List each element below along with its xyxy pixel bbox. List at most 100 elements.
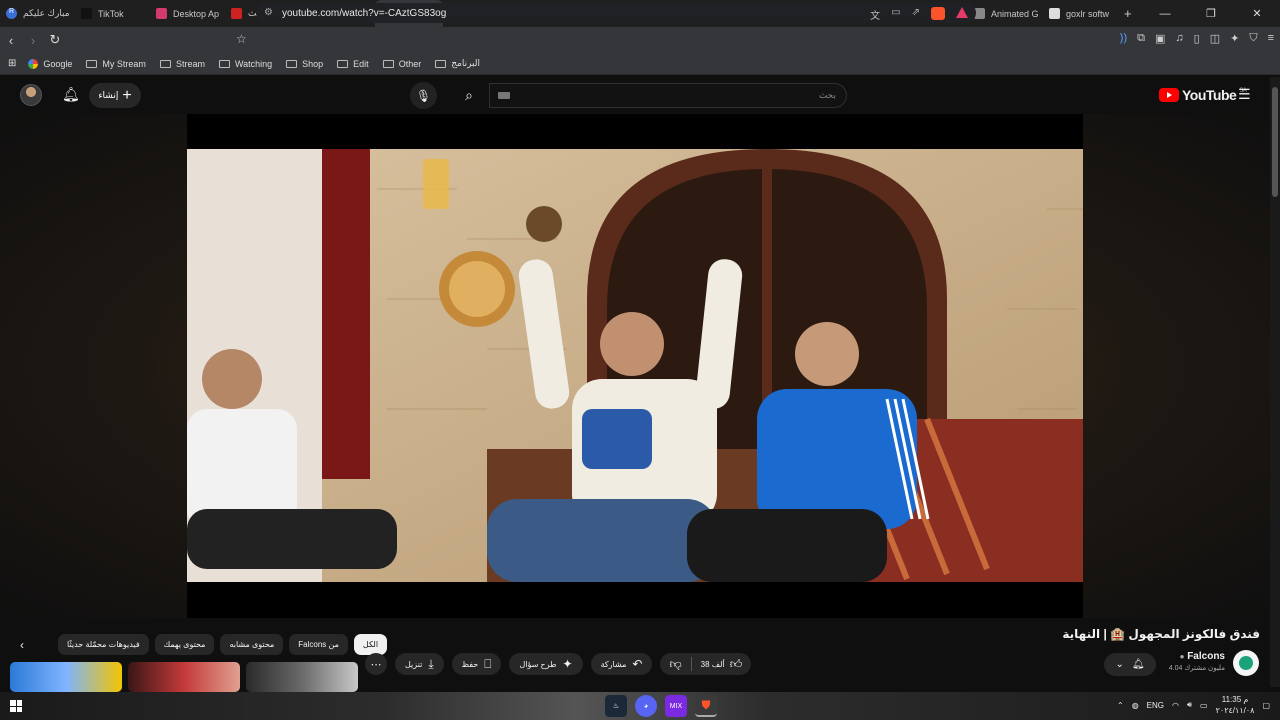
folder-icon — [159, 59, 171, 68]
sidebar-icon[interactable]: ▯ — [1194, 32, 1200, 45]
save-label: حفظ — [461, 659, 479, 669]
minimize-button[interactable]: — — [1142, 8, 1188, 20]
tab-label: Animated G — [991, 8, 1039, 19]
like-button[interactable]: 38 ألف 👍︎ — [692, 657, 752, 672]
wallet-icon[interactable]: ◫ — [1210, 32, 1220, 45]
create-button[interactable]: إنشاء + — [89, 83, 141, 108]
folder-icon — [218, 59, 230, 68]
share-page-icon[interactable]: ⇗ — [912, 7, 920, 22]
bookmark-item[interactable]: Stream — [159, 59, 205, 69]
save-button[interactable]: حفظ ⎕ — [451, 653, 502, 675]
tab-favicon-icon — [231, 8, 242, 19]
channel-info[interactable]: ● Falcons 4.04 مليون مشترك — [1165, 651, 1225, 672]
voice-search-button[interactable]: 🎙︎ — [410, 82, 437, 109]
share-button[interactable]: مشاركة ↶ — [590, 653, 653, 675]
close-window-button[interactable]: ✕ — [1234, 7, 1280, 20]
filter-chip[interactable]: فيديوهات محمّلة حديثًا — [58, 634, 149, 655]
browser-tab[interactable]: goxlr softw — [1043, 0, 1118, 27]
related-video-thumbnail[interactable] — [128, 662, 240, 692]
browser-tab[interactable]: TikTok — [75, 0, 150, 27]
mixitup-icon[interactable]: MIX — [665, 695, 687, 717]
leo-ai-icon[interactable]: ✦ — [1230, 32, 1239, 45]
brave-rewards-icon[interactable] — [956, 7, 968, 18]
clock-date: ٢٠٢٤/١١/٠٨ — [1215, 706, 1255, 715]
more-actions-button[interactable]: ⋯ — [365, 653, 387, 675]
channel-avatar[interactable] — [1233, 650, 1259, 676]
related-video-thumbnail[interactable] — [10, 662, 122, 692]
vpn-icon[interactable]: ⛉ — [1249, 32, 1257, 45]
page-scrollbar[interactable] — [1270, 77, 1280, 687]
notifications-icon[interactable]: 🔔︎ — [62, 86, 80, 103]
dislike-button[interactable]: 👎︎ — [660, 657, 690, 672]
bookmark-item[interactable]: Google — [28, 58, 72, 69]
url-bar[interactable]: ⚙ youtube.com/watch?v=-CAztGS83og 文 ▭ ⇗ — [256, 3, 976, 23]
filter-chip[interactable]: الكل — [353, 634, 388, 655]
tab-favicon-icon — [81, 8, 92, 19]
filter-chip[interactable]: محتوى يهمك — [154, 634, 215, 655]
browser-tab[interactable]: R مبارك عليكم — [0, 0, 75, 27]
brave-shield-icon[interactable] — [931, 7, 945, 20]
bookmark-item[interactable]: Edit — [337, 59, 369, 69]
microphone-icon: 🎙︎ — [415, 88, 432, 103]
video-player[interactable] — [187, 114, 1083, 618]
translate-icon[interactable]: 文 — [870, 7, 880, 22]
volume-icon[interactable]: 🔊︎ — [1187, 700, 1192, 710]
bookmark-item[interactable]: Shop — [286, 59, 323, 69]
notifications-center-icon[interactable]: ▢ — [1262, 701, 1270, 710]
back-button[interactable]: ‹ — [0, 33, 22, 48]
extensions-icon[interactable]: ⧉ — [1137, 32, 1145, 45]
brave-browser-icon[interactable]: ⛊ — [695, 695, 717, 717]
discord-icon[interactable]: ◕ — [635, 695, 657, 717]
tray-expand-icon[interactable]: ⌃ — [1117, 701, 1124, 710]
tab-favicon-icon: R — [6, 8, 17, 19]
taskbar-clock[interactable]: 11:35 م ٢٠٢٤/١١/٠٨ — [1216, 694, 1255, 716]
youtube-logo[interactable]: YouTube SA — [1159, 87, 1247, 103]
menu-icon[interactable]: ≡ — [1268, 32, 1274, 45]
bookmark-page-icon[interactable]: ☆ — [236, 32, 247, 46]
bookmark-item[interactable]: My Stream — [86, 59, 146, 69]
windows-start-icon[interactable] — [10, 700, 22, 712]
filter-chip[interactable]: محتوى مشابه — [220, 634, 284, 655]
forward-button[interactable]: › — [22, 33, 44, 48]
guide-menu-icon[interactable]: ☰ — [1238, 86, 1251, 103]
bookmark-item[interactable]: Other — [382, 59, 421, 69]
new-tab-button[interactable]: + — [1124, 6, 1132, 21]
browser-tab[interactable]: Desktop Ap — [150, 0, 225, 27]
battery-icon[interactable]: ▭ — [1200, 701, 1208, 710]
bookmark-item[interactable]: البرنامج — [435, 58, 480, 69]
tab-label: goxlr softw — [1066, 8, 1110, 19]
screenshot-icon[interactable]: ▣ — [1155, 32, 1165, 45]
tab-favicon-icon — [1049, 8, 1060, 19]
ask-button[interactable]: طرح سؤال ✦ — [509, 653, 583, 675]
media-icon[interactable]: ♫ — [1175, 32, 1183, 45]
folder-icon — [435, 59, 447, 68]
apps-grid-icon[interactable]: ⊞ — [8, 58, 16, 69]
tab-label: مبارك عليكم — [23, 8, 70, 18]
wifi-icon[interactable]: ◠ — [1172, 701, 1179, 710]
user-avatar[interactable] — [20, 84, 42, 106]
search-input[interactable]: بحث — [489, 83, 847, 108]
cast-icon[interactable]: ▭ — [891, 7, 900, 22]
bookmark-item[interactable]: Watching — [218, 59, 272, 69]
clock-time: 11:35 م — [1221, 695, 1249, 704]
scrollbar-thumb[interactable] — [1272, 87, 1278, 197]
audio-icon[interactable]: )) — [1120, 32, 1127, 45]
steam-icon[interactable]: ♨ — [605, 695, 627, 717]
keyboard-icon[interactable] — [498, 92, 510, 99]
download-icon: ⤓ — [428, 656, 434, 671]
filter-chip[interactable]: من Falcons — [289, 634, 348, 655]
chips-prev-icon[interactable]: ‹ — [20, 638, 24, 652]
download-button[interactable]: تنزيل ⤓ — [395, 653, 444, 675]
thumbs-up-icon: 👍︎ — [729, 656, 743, 671]
search-button[interactable]: ⌕ — [449, 82, 489, 109]
tray-lang[interactable]: ENG — [1147, 701, 1164, 710]
reload-button[interactable]: ↻ — [44, 32, 66, 48]
tray-app-icon[interactable]: ◍ — [1132, 701, 1139, 710]
site-info-icon[interactable]: ⚙ — [264, 7, 273, 18]
video-frame[interactable] — [187, 149, 1083, 582]
maximize-button[interactable]: ❐ — [1188, 7, 1234, 20]
subscribed-button[interactable]: ⌄ 🔔︎ — [1104, 653, 1156, 676]
related-video-thumbnail[interactable] — [246, 662, 358, 692]
browser-tab[interactable]: Animated G — [968, 0, 1043, 27]
like-count: 38 ألف — [700, 659, 725, 669]
